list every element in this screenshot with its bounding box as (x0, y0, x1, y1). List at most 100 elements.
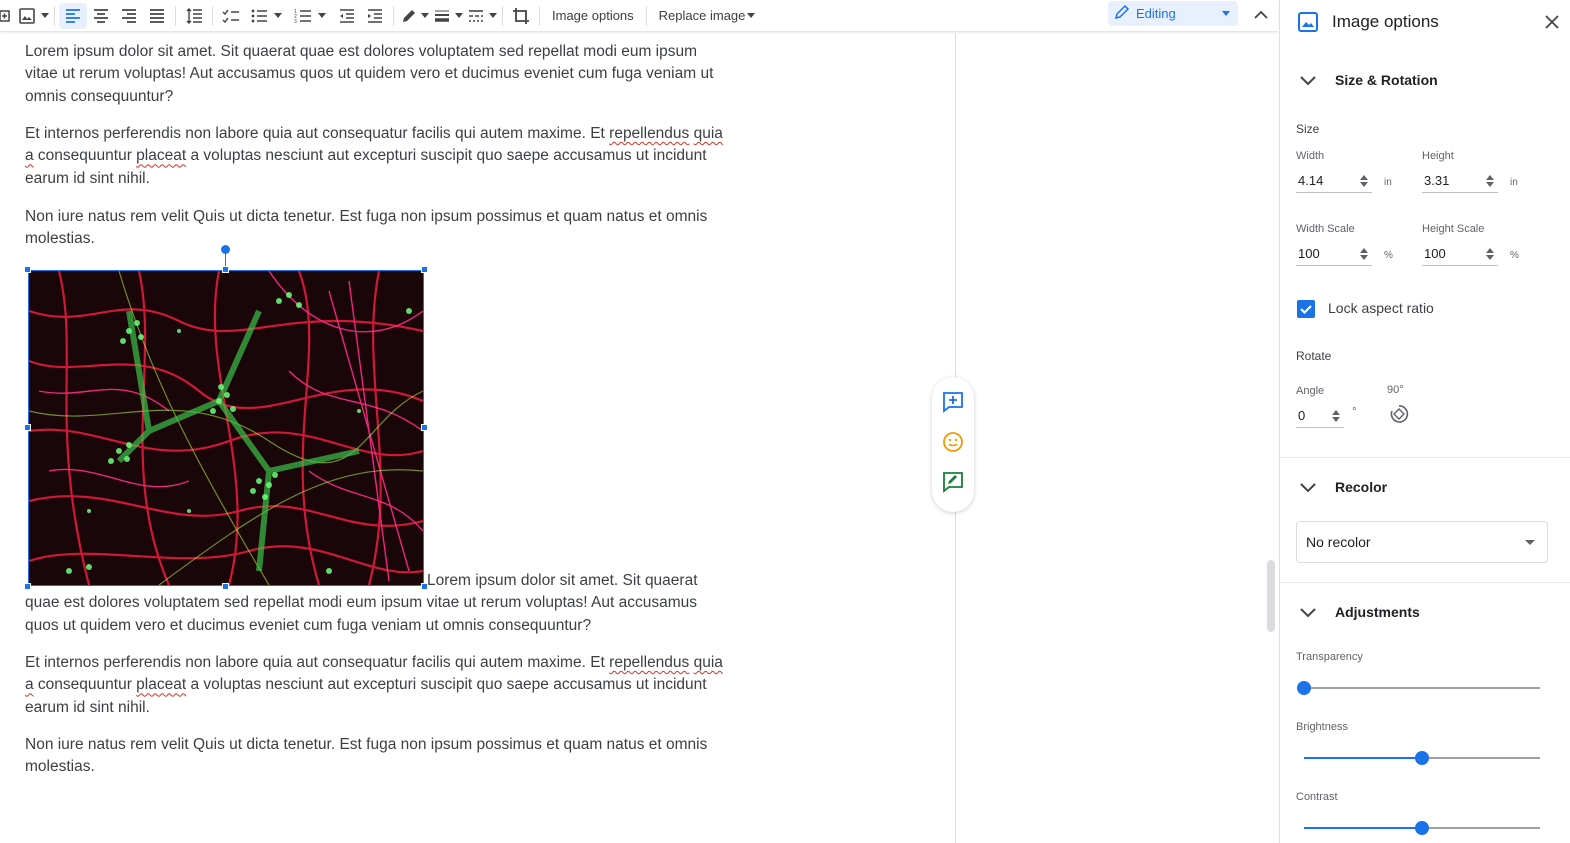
chevron-down-icon (1298, 602, 1318, 622)
scale-unit: % (1384, 250, 1393, 261)
slider-thumb[interactable] (1297, 681, 1311, 695)
scale-unit: % (1510, 250, 1519, 261)
section-divider (1280, 582, 1570, 583)
slider-thumb[interactable] (1415, 751, 1429, 765)
height-scale-input[interactable]: 100 (1422, 242, 1498, 266)
transparency-label: Transparency (1296, 651, 1363, 663)
crop-icon[interactable] (507, 3, 535, 29)
selected-image[interactable] (28, 270, 424, 586)
slider-track (1304, 687, 1540, 689)
width-scale-input[interactable]: 100 (1296, 242, 1372, 266)
chevron-down-icon (1298, 70, 1318, 90)
size-label: Size (1296, 122, 1320, 136)
increase-indent-icon[interactable] (361, 3, 389, 29)
brightness-slider[interactable] (1304, 751, 1540, 765)
add-comment-icon[interactable] (942, 391, 964, 418)
spinner-icon[interactable] (1360, 247, 1368, 261)
recolor-header[interactable]: Recolor (1280, 469, 1570, 505)
resize-handle[interactable] (24, 266, 31, 273)
width-value: 4.14 (1298, 173, 1324, 188)
decrease-indent-icon[interactable] (333, 3, 361, 29)
misspelled-word[interactable]: repellendus (609, 125, 689, 142)
image-options-panel: Image options Size & Rotation Size Width… (1279, 0, 1570, 843)
paragraph: Non iure natus rem velit Quis ut dicta t… (25, 736, 708, 776)
checkmark-icon (1300, 305, 1312, 315)
height-input[interactable]: 3.31 (1422, 169, 1498, 193)
recolor-value: No recolor (1306, 534, 1371, 550)
rotation-handle[interactable] (221, 245, 230, 254)
checklist-icon[interactable] (217, 3, 245, 29)
rotate-label: Rotate (1296, 349, 1332, 363)
panel-header: Image options (1280, 0, 1570, 44)
line-spacing-icon[interactable] (180, 3, 208, 29)
spinner-icon[interactable] (1486, 174, 1494, 188)
misspelled-word[interactable]: placeat (136, 676, 186, 693)
spinner-icon[interactable] (1486, 247, 1494, 261)
angle-input[interactable]: 0 (1296, 404, 1344, 428)
suggest-edits-icon[interactable] (942, 471, 964, 498)
paragraph: Lorem ipsum dolor sit amet. Sit quaerat … (25, 570, 725, 637)
border-dash-icon[interactable] (464, 3, 488, 29)
toolbar-divider (54, 5, 55, 26)
image-options-button[interactable]: Image options (544, 3, 642, 29)
spinner-icon[interactable] (1332, 409, 1340, 423)
spinner-icon[interactable] (1360, 174, 1368, 188)
lock-aspect-checkbox[interactable] (1297, 300, 1315, 318)
border-dash-caret[interactable] (488, 13, 498, 18)
slider-thumb[interactable] (1415, 821, 1429, 835)
height-scale-label: Height Scale (1422, 223, 1485, 235)
replace-image-caret (747, 13, 756, 18)
adjustments-header[interactable]: Adjustments (1280, 594, 1570, 630)
transparency-slider[interactable] (1297, 681, 1540, 695)
contrast-label: Contrast (1296, 791, 1338, 803)
replace-image-button[interactable]: Replace image (651, 3, 764, 29)
image-icon (1298, 12, 1318, 32)
align-right-icon[interactable] (115, 3, 143, 29)
editing-mode-button[interactable]: Editing (1108, 1, 1238, 26)
resize-handle[interactable] (222, 266, 229, 273)
resize-handle[interactable] (24, 424, 31, 431)
paragraph: Non iure natus rem velit Quis ut dicta t… (25, 208, 708, 248)
resize-handle[interactable] (421, 266, 428, 273)
border-color-icon[interactable] (398, 3, 420, 29)
chevron-up-icon[interactable] (1250, 4, 1272, 26)
emoji-reaction-icon[interactable] (942, 431, 964, 458)
width-input[interactable]: 4.14 (1296, 169, 1372, 193)
paragraph-text: Lorem ipsum dolor sit amet. Sit quaerat … (25, 572, 698, 634)
microscopy-image (28, 270, 424, 586)
close-icon[interactable] (1543, 13, 1561, 31)
width-unit: in (1384, 177, 1392, 188)
numbered-list-icon[interactable]: 123 (289, 3, 317, 29)
border-weight-caret[interactable] (454, 13, 464, 18)
resize-handle[interactable] (421, 424, 428, 431)
chevron-down-icon (1525, 540, 1535, 545)
border-color-caret[interactable] (420, 13, 430, 18)
toolbar-divider (645, 5, 647, 26)
document-page[interactable]: Lorem ipsum dolor sit amet. Sit quaerat … (0, 33, 956, 843)
misspelled-word[interactable]: placeat (136, 147, 186, 164)
bullet-menu-caret[interactable] (273, 13, 283, 18)
size-rotation-header[interactable]: Size & Rotation (1280, 62, 1570, 98)
numbered-menu-caret[interactable] (317, 13, 327, 18)
recolor-select[interactable]: No recolor (1296, 521, 1548, 563)
toolbar: 123 Image options Replace image Editing (0, 0, 1278, 32)
rotate-90-icon[interactable] (1388, 403, 1410, 425)
chevron-down-icon (1222, 11, 1230, 16)
contrast-slider[interactable] (1304, 821, 1540, 835)
slider-fill (1304, 827, 1422, 829)
toolbar-divider (175, 5, 176, 26)
rotate-90-label: 90° (1387, 384, 1404, 396)
bulleted-list-icon[interactable] (245, 3, 273, 29)
image-menu-caret[interactable] (40, 13, 50, 18)
section-label: Recolor (1335, 479, 1388, 495)
toolbar-divider (393, 5, 394, 26)
misspelled-word[interactable]: repellendus (609, 654, 689, 671)
align-center-icon[interactable] (87, 3, 115, 29)
image-icon[interactable] (14, 3, 40, 29)
insert-icon[interactable] (0, 3, 14, 29)
paragraph-text: consequuntur (33, 147, 137, 165)
align-justify-icon[interactable] (143, 3, 171, 29)
align-left-icon[interactable] (59, 2, 87, 29)
document-scrollbar[interactable] (1267, 560, 1275, 632)
border-weight-icon[interactable] (430, 3, 454, 29)
